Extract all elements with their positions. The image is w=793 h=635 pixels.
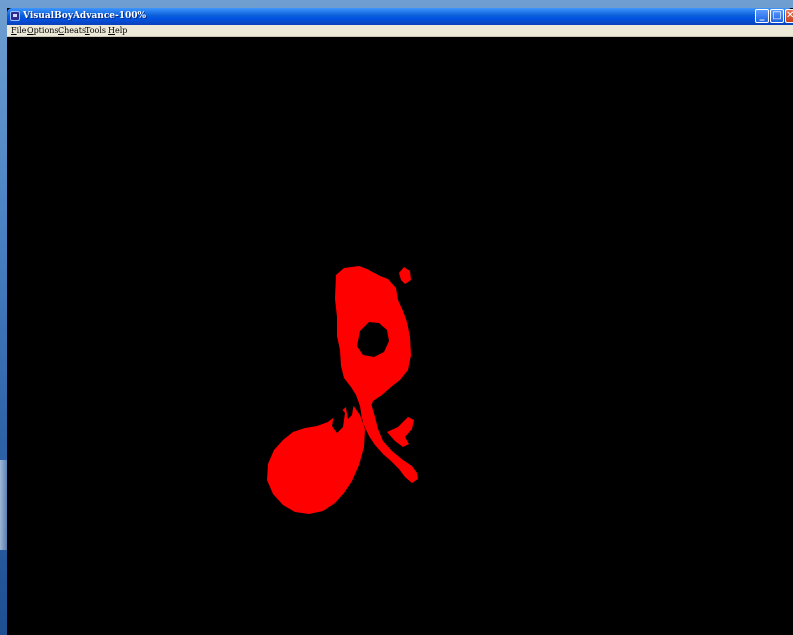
menu-tools-label: ools xyxy=(89,26,107,35)
red-pixel-sprite xyxy=(267,266,418,514)
maximize-button[interactable]: □ xyxy=(770,9,784,23)
title-bar[interactable]: VisualBoyAdvance-100% _ □ ✕ xyxy=(7,8,793,25)
menu-cheats[interactable]: Cheats xyxy=(58,25,86,36)
close-button[interactable]: ✕ xyxy=(785,9,793,23)
menu-file[interactable]: File xyxy=(11,25,26,36)
menu-options[interactable]: Options xyxy=(27,25,59,36)
menu-help-label: elp xyxy=(114,26,128,35)
menu-options-label: ptions xyxy=(33,26,59,35)
menu-bar: File Options Cheats Tools Help xyxy=(7,25,793,37)
menu-cheats-label: heats xyxy=(64,26,87,35)
menu-help-accel: H xyxy=(108,26,115,35)
menu-tools[interactable]: Tools xyxy=(85,25,106,36)
menu-file-label: ile xyxy=(16,26,27,35)
window-title: VisualBoyAdvance-100% xyxy=(23,11,147,21)
menu-help[interactable]: Help xyxy=(108,25,127,36)
minimize-button[interactable]: _ xyxy=(755,9,769,23)
sprite-shape xyxy=(267,266,418,514)
game-screen[interactable] xyxy=(7,37,793,635)
app-icon[interactable] xyxy=(10,11,20,21)
emulator-window: VisualBoyAdvance-100% _ □ ✕ File Options… xyxy=(7,8,793,635)
